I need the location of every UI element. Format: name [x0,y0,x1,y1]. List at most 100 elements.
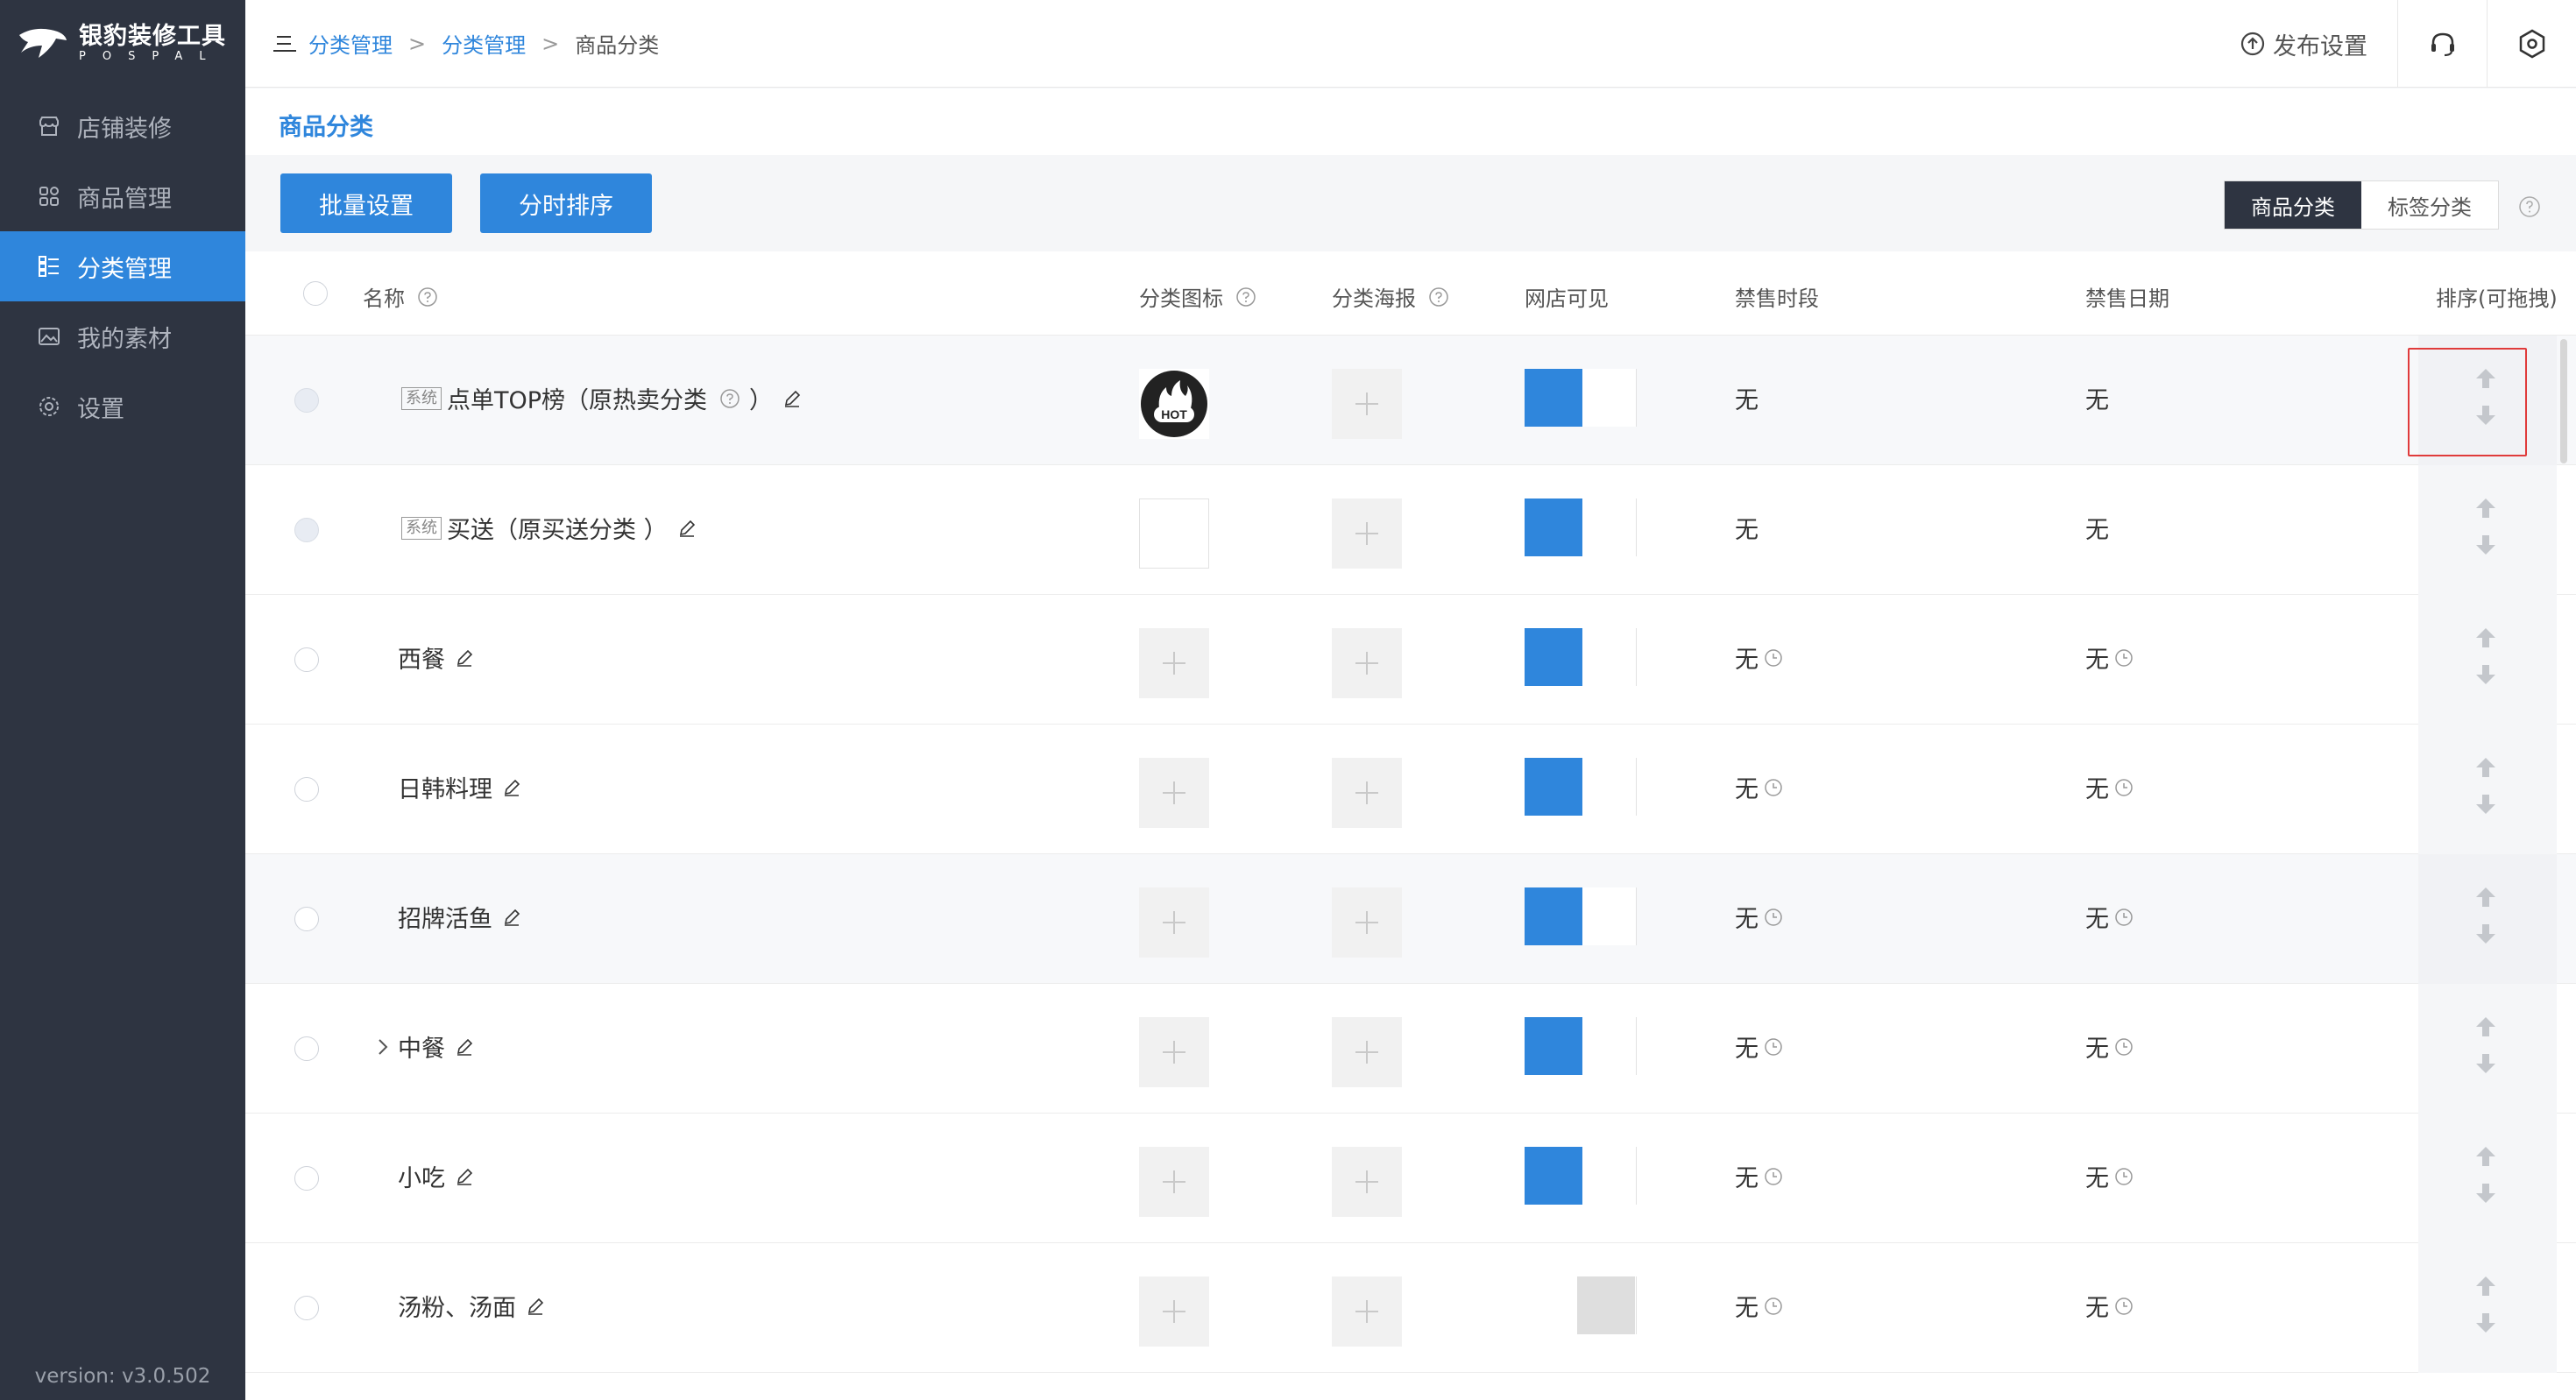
sort-handle[interactable] [2418,854,2557,984]
online-visible-toggle[interactable] [1525,498,1637,556]
category-icon-slot[interactable] [1139,758,1209,828]
edit-icon[interactable] [676,518,697,539]
move-up-icon[interactable] [2473,625,2499,651]
edit-icon[interactable] [454,647,475,668]
online-visible-toggle[interactable] [1525,369,1637,427]
clock-icon[interactable] [1764,648,1783,668]
move-down-icon[interactable] [2473,791,2499,817]
category-poster-slot[interactable] [1332,1276,1402,1347]
move-down-icon[interactable] [2473,1180,2499,1206]
category-icon-slot[interactable] [1139,628,1209,698]
category-icon-slot[interactable] [1139,1276,1209,1347]
edit-icon[interactable] [454,1036,475,1057]
category-poster-slot[interactable] [1332,628,1402,698]
sort-handle[interactable] [2418,984,2557,1114]
help-icon[interactable] [2518,195,2541,218]
clock-icon[interactable] [1764,1297,1783,1316]
help-icon[interactable] [1235,286,1256,308]
move-down-icon[interactable] [2473,1050,2499,1077]
online-visible-toggle[interactable] [1525,1147,1637,1205]
tab-tag-category[interactable]: 标签分类 [2361,181,2498,229]
table-row[interactable]: 系统 买送（原买送分类 ） 无 无 [245,465,2576,595]
sort-handle[interactable] [2418,465,2557,595]
move-up-icon[interactable] [2473,1143,2499,1170]
category-poster-slot[interactable] [1332,1147,1402,1217]
time-sort-button[interactable]: 分时排序 [480,173,652,233]
category-poster-slot[interactable] [1332,498,1402,569]
category-poster-slot[interactable] [1332,1017,1402,1087]
move-up-icon[interactable] [2473,1014,2499,1040]
category-icon-slot[interactable] [1139,1017,1209,1087]
clock-icon[interactable] [2114,1297,2134,1316]
move-up-icon[interactable] [2473,754,2499,781]
table-row[interactable]: 汤粉、汤面 无 无 [245,1243,2576,1373]
move-up-icon[interactable] [2473,1273,2499,1299]
move-up-icon[interactable] [2473,884,2499,910]
row-select-radio[interactable] [294,907,319,931]
edit-icon[interactable] [782,388,803,409]
edit-icon[interactable] [525,1296,546,1317]
breadcrumb-link-1[interactable]: 分类管理 [308,28,393,59]
category-poster-slot[interactable] [1332,369,1402,439]
table-row[interactable]: 招牌活鱼 无 无 [245,854,2576,984]
clock-icon[interactable] [1764,1037,1783,1057]
row-select-radio[interactable] [294,518,319,542]
row-select-radio[interactable] [294,1036,319,1061]
clock-icon[interactable] [2114,1037,2134,1057]
help-icon[interactable] [719,388,740,409]
move-up-icon[interactable] [2473,495,2499,521]
move-down-icon[interactable] [2473,532,2499,558]
edit-icon[interactable] [501,907,522,928]
clock-icon[interactable] [2114,908,2134,927]
sidebar-item-assets[interactable]: 我的素材 [0,301,245,371]
clock-icon[interactable] [1764,1167,1783,1186]
category-icon-slot[interactable]: HOT [1139,369,1209,439]
table-row[interactable]: 西餐 无 无 [245,595,2576,725]
support-button[interactable] [2397,0,2487,88]
move-down-icon[interactable] [2473,921,2499,947]
select-all-radio[interactable] [303,281,328,306]
online-visible-toggle[interactable] [1525,758,1637,816]
row-select-radio[interactable] [294,1296,319,1320]
online-visible-toggle[interactable] [1525,1017,1637,1075]
clock-icon[interactable] [2114,778,2134,797]
chevron-right-icon[interactable] [375,1037,391,1057]
help-icon[interactable] [1428,286,1449,308]
breadcrumb-link-2[interactable]: 分类管理 [442,28,526,59]
table-row[interactable]: 日韩料理 无 无 [245,725,2576,854]
sidebar-item-store[interactable]: 店铺装修 [0,91,245,161]
help-icon[interactable] [417,286,438,308]
row-select-radio[interactable] [294,1166,319,1191]
table-row[interactable]: 中餐 无 无 [245,984,2576,1114]
online-visible-toggle[interactable] [1525,887,1637,945]
row-select-radio[interactable] [294,777,319,802]
edit-icon[interactable] [454,1166,475,1187]
batch-settings-button[interactable]: 批量设置 [280,173,452,233]
sort-handle[interactable] [2418,595,2557,725]
sort-handle[interactable] [2418,1114,2557,1243]
sort-handle[interactable] [2418,1243,2557,1373]
category-icon-slot[interactable] [1139,887,1209,958]
online-visible-toggle[interactable] [1525,1276,1637,1334]
clock-icon[interactable] [2114,648,2134,668]
menu-icon[interactable] [272,33,298,54]
clock-icon[interactable] [2114,1167,2134,1186]
move-down-icon[interactable] [2473,661,2499,688]
sidebar-item-category[interactable]: 分类管理 [0,231,245,301]
category-poster-slot[interactable] [1332,758,1402,828]
scrollbar[interactable] [2560,339,2567,463]
online-visible-toggle[interactable] [1525,628,1637,686]
category-poster-slot[interactable] [1332,887,1402,958]
row-select-radio[interactable] [294,647,319,672]
edit-icon[interactable] [501,777,522,798]
clock-icon[interactable] [1764,908,1783,927]
category-icon-slot[interactable] [1139,1147,1209,1217]
tab-product-category[interactable]: 商品分类 [2225,181,2361,229]
sidebar-item-products[interactable]: 商品管理 [0,161,245,231]
sidebar-item-settings[interactable]: 设置 [0,371,245,442]
table-row[interactable]: 系统 点单TOP榜（原热卖分类 ） HOT 无 无 [245,336,2576,465]
move-down-icon[interactable] [2473,1310,2499,1336]
sort-handle[interactable] [2418,725,2557,854]
row-select-radio[interactable] [294,388,319,413]
category-icon-slot[interactable] [1139,498,1209,569]
